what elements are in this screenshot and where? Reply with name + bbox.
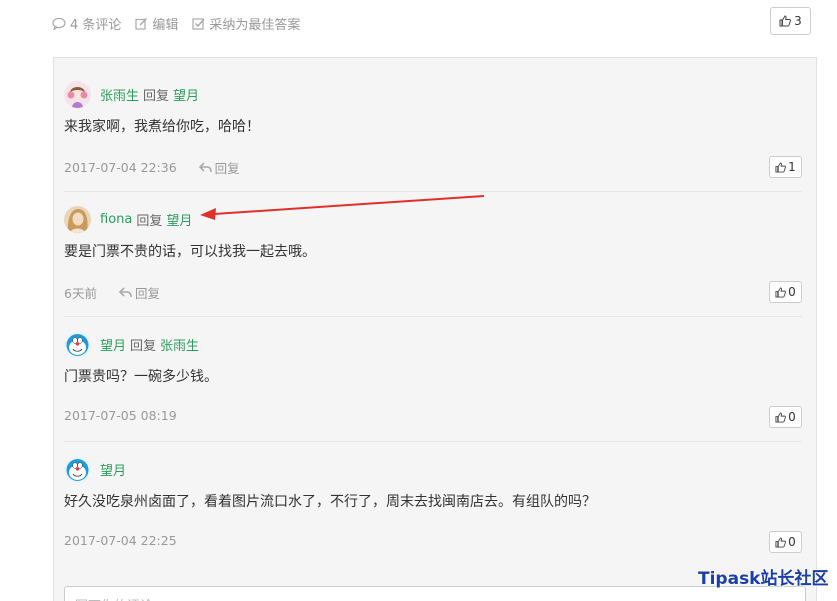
thumbs-up-icon — [775, 161, 787, 173]
accept-answer-label: 采纳为最佳答案 — [209, 17, 301, 33]
comment-time: 2017-07-05 08:19 — [64, 408, 177, 423]
comment-author-link[interactable]: 望月 — [100, 460, 126, 479]
watermark-logo: Tipask站长社区 — [698, 569, 829, 589]
edit-label: 编辑 — [152, 17, 179, 33]
doraemon-avatar[interactable] — [64, 455, 91, 483]
answer-like-count: 3 — [794, 14, 802, 28]
edit-icon — [135, 17, 148, 30]
accept-answer-link[interactable]: 采纳为最佳答案 — [192, 14, 300, 33]
reply-button[interactable]: 回复 — [118, 283, 160, 302]
reply-label: 回复 — [214, 161, 240, 176]
comment-author-link[interactable]: fiona — [100, 212, 132, 227]
doraemon-avatar[interactable] — [64, 330, 91, 358]
answer-like-button[interactable]: 3 — [770, 7, 811, 35]
checkbox-icon — [192, 17, 205, 30]
reply-label: 回复 — [134, 286, 160, 301]
reply-word: 回复 — [143, 88, 170, 104]
girl-avatar[interactable] — [64, 80, 91, 108]
comment-text: 来我家啊，我煮给你吃，哈哈！ — [64, 119, 260, 135]
comment-time: 2017-07-04 22:25 — [64, 533, 177, 548]
comment-time: 6天前 — [64, 286, 97, 301]
comment-author-link[interactable]: 张雨生 — [100, 85, 139, 104]
comment-item: 张雨生 回复 望月 来我家啊，我煮给你吃，哈哈！ 2017-07-04 22:3… — [64, 80, 802, 190]
comment-like-count: 0 — [788, 285, 796, 299]
comments-toggle[interactable]: 4 条评论 — [52, 14, 121, 33]
reply-word: 回复 — [130, 338, 157, 354]
reply-target-link[interactable]: 望月 — [173, 85, 199, 104]
answer-actions-bar: 4 条评论 编辑 采纳为最佳答案 — [52, 10, 817, 36]
reply-target-link[interactable]: 望月 — [166, 210, 192, 229]
comment-input[interactable]: 写下你的评论... — [64, 586, 806, 601]
comment-author-link[interactable]: 望月 — [100, 335, 126, 354]
comment-like-button[interactable]: 0 — [769, 281, 802, 303]
reply-word: 回复 — [136, 213, 163, 229]
comment-item: 望月 回复 张雨生 门票贵吗？一碗多少钱。 2017-07-05 08:19 0 — [64, 330, 802, 440]
comment-like-count: 0 — [788, 535, 796, 549]
comment-like-button[interactable]: 1 — [769, 156, 802, 178]
comment-meta: 6天前 回复 — [64, 283, 160, 302]
fiona-avatar[interactable] — [64, 205, 91, 233]
comment-item: 望月 好久没吃泉州卤面了，看着图片流口水了，不行了，周末去找闽南店去。有组队的吗… — [64, 455, 802, 565]
comment-time: 2017-07-04 22:36 — [64, 160, 177, 175]
thumbs-up-icon — [775, 411, 787, 423]
reply-target-link[interactable]: 张雨生 — [160, 335, 199, 354]
comment-item: fiona 回复 望月 要是门票不贵的话，可以找我一起去哦。 6天前 回复 0 — [64, 205, 802, 315]
divider — [64, 191, 802, 192]
comment-meta: 2017-07-04 22:36 回复 — [64, 158, 240, 177]
reply-button[interactable]: 回复 — [198, 158, 240, 177]
edit-link[interactable]: 编辑 — [135, 14, 178, 33]
comments-count-label: 4 条评论 — [70, 17, 122, 33]
thumbs-up-icon — [775, 536, 787, 548]
divider — [64, 441, 802, 442]
answer-comments-page: 4 条评论 编辑 采纳为最佳答案 3 张雨生 回复 望月 来我家啊，我煮给你吃，… — [0, 0, 837, 601]
comment-like-button[interactable]: 0 — [769, 531, 802, 553]
comments-panel: 张雨生 回复 望月 来我家啊，我煮给你吃，哈哈！ 2017-07-04 22:3… — [53, 57, 817, 601]
thumbs-up-icon — [779, 15, 792, 27]
comment-text: 好久没吃泉州卤面了，看着图片流口水了，不行了，周末去找闽南店去。有组队的吗？ — [64, 494, 596, 510]
comment-like-button[interactable]: 0 — [769, 406, 802, 428]
thumbs-up-icon — [775, 286, 787, 298]
comment-meta: 2017-07-05 08:19 — [64, 408, 177, 423]
comment-text: 门票贵吗？一碗多少钱。 — [64, 369, 218, 385]
divider — [64, 316, 802, 317]
reply-arrow-icon — [118, 287, 132, 298]
comment-bubble-icon — [52, 17, 66, 30]
comment-text: 要是门票不贵的话，可以找我一起去哦。 — [64, 244, 316, 260]
reply-arrow-icon — [198, 162, 212, 173]
comment-like-count: 1 — [788, 160, 796, 174]
comment-meta: 2017-07-04 22:25 — [64, 533, 177, 548]
comment-like-count: 0 — [788, 410, 796, 424]
